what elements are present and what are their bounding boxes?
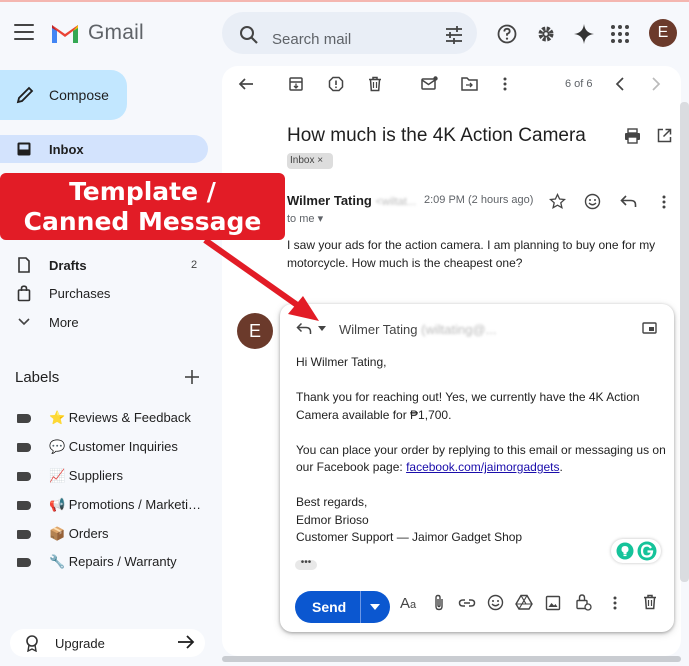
label-tag-icon (17, 472, 31, 481)
emoji-reaction-icon[interactable] (584, 193, 601, 210)
insert-photo-icon[interactable] (545, 595, 561, 611)
reply-type-icon[interactable] (296, 322, 312, 335)
facebook-link[interactable]: facebook.com/jaimorgadgets (406, 460, 559, 474)
send-label: Send (312, 599, 347, 615)
upgrade-label: Upgrade (55, 636, 105, 651)
sidebar-item-label: Inbox (49, 142, 84, 157)
account-avatar[interactable]: E (649, 19, 677, 47)
upgrade-rosette-icon (26, 635, 38, 652)
sender-email-blurred: <wiltat... (375, 196, 417, 208)
grammarly-g-icon[interactable] (637, 541, 657, 561)
label-suppliers[interactable]: 📈 Suppliers (49, 468, 123, 484)
reply-type-dropdown-icon[interactable] (318, 326, 326, 331)
sidebar-item-more[interactable]: More (49, 315, 79, 330)
reply-recipient[interactable]: Wilmer Tating (wiltating@... (339, 322, 496, 337)
settings-gear-icon[interactable] (535, 23, 557, 45)
label-reviews-feedback[interactable]: ⭐ Reviews & Feedback (49, 410, 191, 426)
email-timestamp: 2:09 PM (2 hours ago) (424, 194, 534, 206)
reply-body-editor[interactable]: Hi Wilmer Tating, Thank you for reaching… (296, 354, 666, 547)
sidebar-item-purchases[interactable]: Purchases (49, 286, 110, 301)
lightbulb-icon[interactable] (616, 542, 634, 560)
search-options-icon[interactable] (443, 24, 465, 46)
label-tag-icon (17, 530, 31, 539)
reply-recipient-email-blurred: (wiltating@... (421, 322, 497, 337)
annotation-callout: Template / Canned Message (0, 173, 285, 240)
back-arrow-icon[interactable] (238, 76, 254, 92)
star-icon[interactable] (549, 193, 566, 210)
google-drive-icon[interactable] (515, 594, 533, 610)
label-tag-icon (17, 443, 31, 452)
send-options-dropdown-icon[interactable] (370, 604, 380, 610)
drafts-count: 2 (191, 259, 198, 271)
sidebar-item-drafts[interactable]: Drafts (49, 258, 87, 273)
svg-text:A: A (400, 595, 410, 611)
reply-paragraph-price: Thank you for reaching out! Yes, we curr… (296, 390, 640, 422)
attach-paperclip-icon[interactable] (433, 594, 445, 611)
pencil-icon (16, 86, 34, 104)
search-input[interactable]: Search mail (272, 31, 351, 48)
more-options-icon[interactable] (502, 76, 508, 92)
label-tag-icon (17, 414, 31, 423)
gmail-logo-icon[interactable] (50, 22, 80, 45)
scrollbar[interactable] (680, 102, 689, 582)
search-icon[interactable] (238, 24, 260, 46)
horizontal-scrollbar[interactable] (222, 656, 681, 662)
open-new-window-icon[interactable] (657, 128, 672, 143)
email-body: I saw your ads for the action camera. I … (287, 238, 656, 270)
compose-label: Compose (49, 87, 109, 103)
labels-heading: Labels (15, 369, 60, 386)
label-tag-icon (17, 558, 31, 567)
insert-link-icon[interactable] (458, 598, 476, 608)
email-subject: How much is the 4K Action Camera (287, 125, 586, 146)
formatting-options-icon[interactable]: Aa (400, 595, 420, 611)
reply-signoff: Best regards, (296, 495, 368, 509)
trash-icon[interactable] (368, 76, 382, 92)
label-repairs-warranty[interactable]: 🔧 Repairs / Warranty (49, 554, 177, 570)
add-label-plus-icon[interactable] (184, 369, 200, 385)
pop-out-icon[interactable] (642, 322, 657, 334)
annotation-line-1: Template / (69, 177, 216, 206)
pagination-count: 6 of 6 (565, 78, 593, 90)
move-to-icon[interactable] (461, 76, 478, 91)
mark-unread-icon[interactable] (421, 76, 438, 91)
main-menu-icon[interactable] (14, 24, 34, 40)
top-bar: Gmail Search mail E (0, 2, 689, 66)
svg-text:a: a (410, 599, 417, 611)
apps-grid-icon[interactable] (609, 23, 631, 45)
label-customer-inquiries[interactable]: 💬 Customer Inquiries (49, 439, 178, 455)
inbox-label-chip[interactable]: Inbox × (287, 153, 333, 169)
report-spam-icon[interactable] (328, 76, 344, 92)
reply-greeting: Hi Wilmer Tating, (296, 355, 387, 369)
chevron-down-icon (18, 318, 30, 326)
reply-icon[interactable] (620, 194, 637, 208)
label-orders[interactable]: 📦 Orders (49, 526, 109, 542)
shopping-bag-icon (17, 285, 31, 302)
gemini-sparkle-icon[interactable] (573, 23, 595, 45)
message-more-icon[interactable] (661, 194, 667, 210)
newer-chevron-left-icon[interactable] (615, 77, 625, 91)
confidential-mode-icon[interactable] (575, 593, 592, 611)
discard-draft-trash-icon[interactable] (643, 594, 657, 610)
reply-paragraph-order: You can place your order by replying to … (296, 442, 666, 475)
insert-emoji-icon[interactable] (487, 594, 504, 611)
show-trimmed-content-button[interactable]: ••• (295, 558, 317, 570)
inbox-icon (17, 142, 31, 156)
print-icon[interactable] (624, 128, 641, 144)
older-chevron-right-icon[interactable] (651, 77, 661, 91)
annotation-line-2: Canned Message (23, 207, 262, 236)
archive-icon[interactable] (288, 76, 304, 92)
sender-name: Wilmer Tating <wiltat... (287, 193, 417, 208)
draft-file-icon (18, 257, 30, 273)
arrow-right-icon (178, 635, 195, 649)
send-divider (360, 591, 361, 623)
reply-signature-name: Edmor Brioso (296, 512, 369, 527)
reply-avatar: E (237, 313, 273, 349)
reply-signature-title: Customer Support — Jaimor Gadget Shop (296, 530, 523, 544)
help-icon[interactable] (496, 23, 518, 45)
label-promotions-marketing[interactable]: 📢 Promotions / Marketi… (49, 497, 201, 513)
label-tag-icon (17, 501, 31, 510)
app-name[interactable]: Gmail (88, 21, 144, 45)
recipient-to-me[interactable]: to me ▾ (287, 212, 323, 225)
more-compose-options-icon[interactable] (612, 595, 618, 611)
